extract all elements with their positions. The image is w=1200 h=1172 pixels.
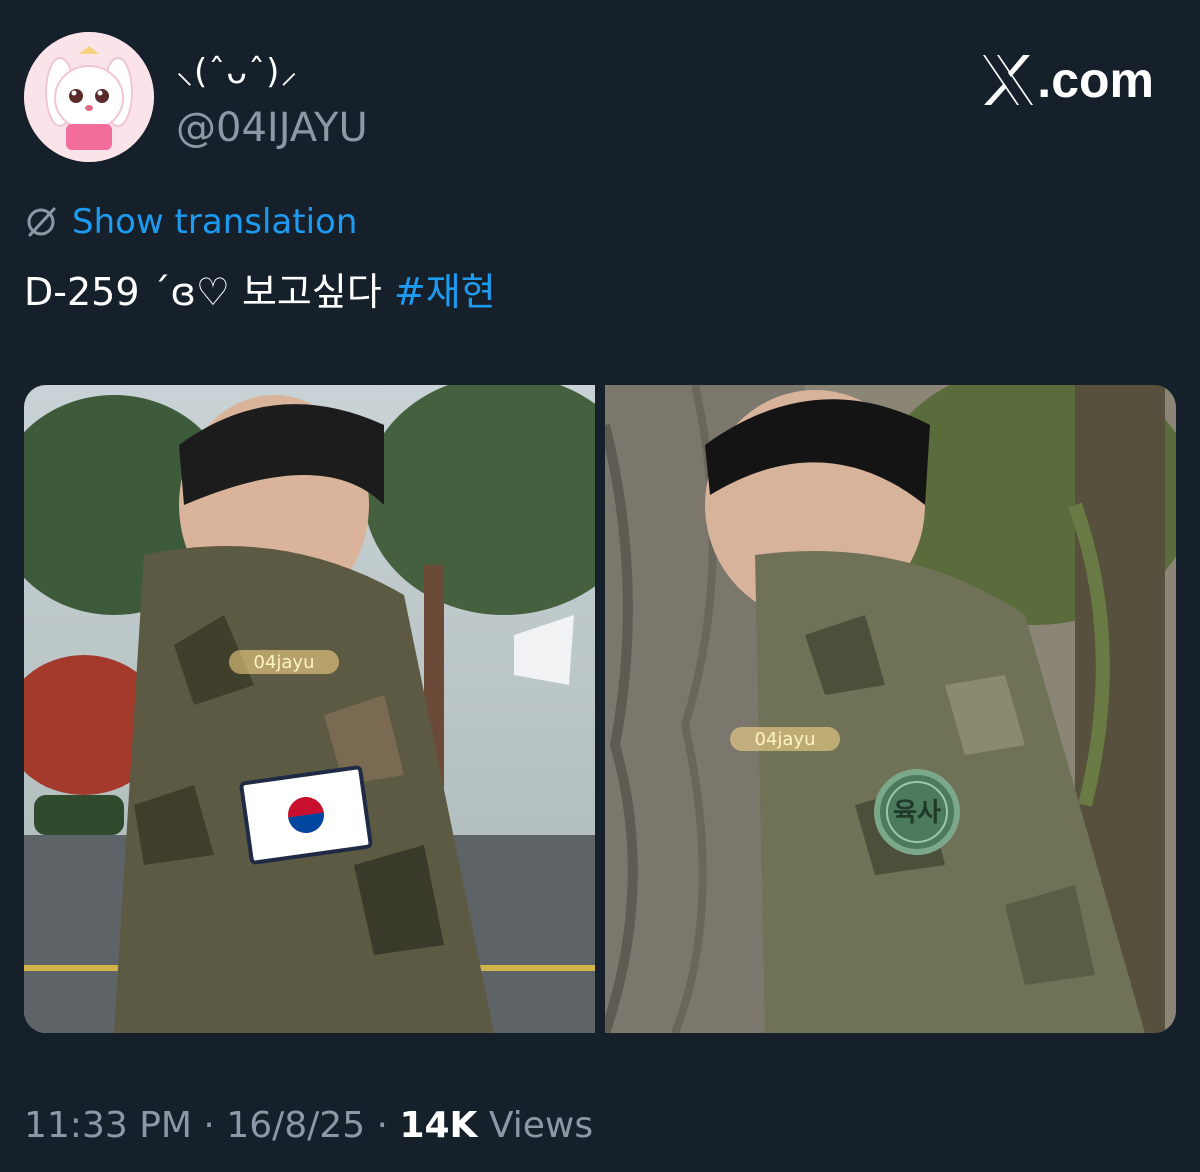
views-count: 14K <box>399 1105 478 1146</box>
display-name[interactable]: ⸜(ˆᴗˆ)⸝ <box>176 52 298 92</box>
translate-globe-icon <box>27 207 56 237</box>
photo-1-watermark: 04jayu <box>254 652 315 673</box>
tweet-time[interactable]: 11:33 PM <box>24 1105 192 1146</box>
x-logo-icon <box>983 55 1034 105</box>
photo-2-patch-text: 육사 <box>893 798 941 828</box>
avatar[interactable] <box>24 32 154 162</box>
photo-2-watermark: 04jayu <box>755 729 816 750</box>
media-gallery: 04jayu 육사 04jayu <box>24 385 1176 1033</box>
photo-2[interactable]: 육사 04jayu <box>605 385 1176 1033</box>
photo-2-image: 육사 04jayu <box>605 385 1176 1033</box>
bunny-mascot-image <box>24 32 154 162</box>
tweet-date[interactable]: 16/8/25 <box>226 1105 365 1146</box>
tweet-meta: 11:33 PM · 16/8/25 · 14K Views <box>24 1102 593 1150</box>
tweet-text: D-259 ´ɞ♡ 보고싶다 #재현 <box>24 266 496 318</box>
x-brand-logo: .com <box>979 50 1154 110</box>
photo-1[interactable]: 04jayu <box>24 385 595 1033</box>
views-label: Views <box>488 1105 594 1146</box>
meta-separator-2: · <box>365 1105 400 1146</box>
brand-domain-label: .com <box>1037 52 1154 108</box>
hashtag-link[interactable]: #재현 <box>394 270 496 314</box>
show-translation-button[interactable]: Show translation <box>24 200 357 244</box>
show-translation-label[interactable]: Show translation <box>72 200 357 244</box>
user-handle[interactable]: @04IJAYU <box>176 104 368 152</box>
meta-separator-1: · <box>191 1105 227 1146</box>
photo-1-image: 04jayu <box>24 385 595 1033</box>
tweet-body: D-259 ´ɞ♡ 보고싶다 <box>24 270 394 314</box>
